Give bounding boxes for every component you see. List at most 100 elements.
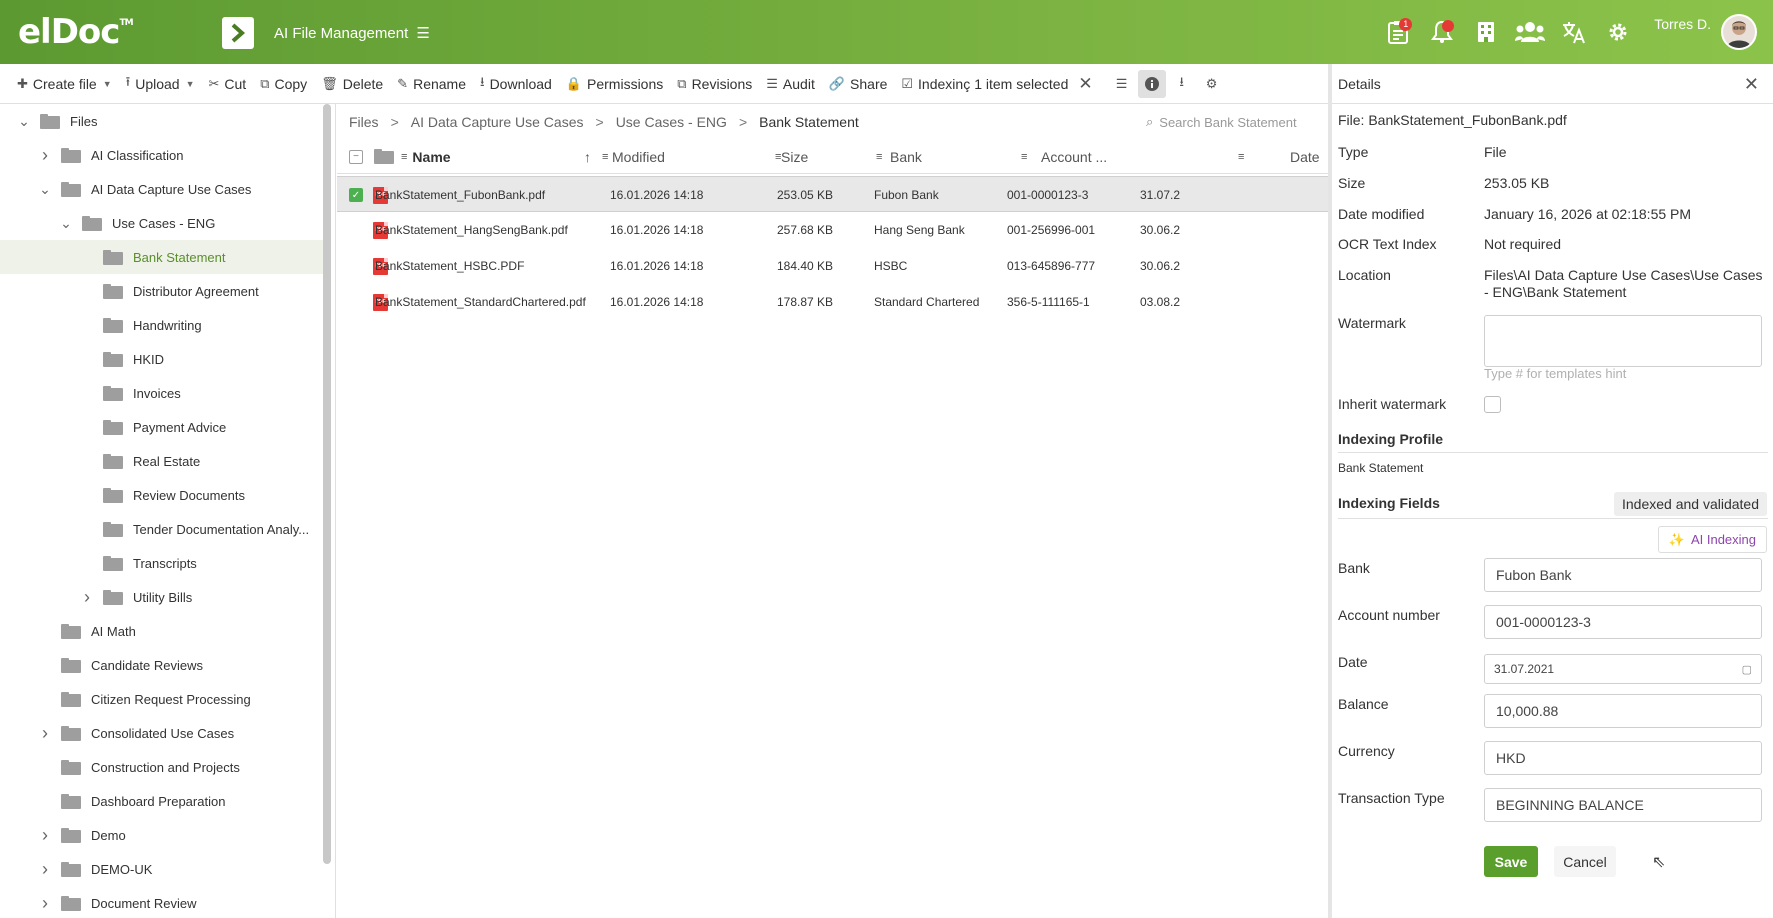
tree-item[interactable]: › Consolidated Use Cases [0,716,323,750]
date-field[interactable]: 31.07.2021 ▢ [1484,654,1762,684]
clear-selection-icon[interactable]: ✕ [1078,74,1092,94]
app-title[interactable]: AI File Management ☰ [274,24,430,42]
row-checkbox-cell[interactable] [349,248,363,284]
list-view-button[interactable]: ☰ [1108,70,1136,98]
table-row[interactable]: PDF BankStatement_HangSengBank.pdf 16.01.2… [337,212,1328,248]
audit-button[interactable]: ☰ Audit [759,68,822,100]
filter-icon[interactable]: ≡ [602,140,608,174]
tree-item[interactable]: Distributor Agreement [0,274,323,308]
tree-item[interactable]: Dashboard Preparation [0,784,323,818]
rename-button[interactable]: ✎ Rename [390,68,473,100]
upload-button[interactable]: ⭱ Upload ▼ [119,68,202,100]
avatar[interactable] [1721,14,1757,50]
tree-item[interactable]: Citizen Request Processing [0,682,323,716]
chevron-down-icon[interactable]: ⌄ [58,215,74,232]
settings-button[interactable] [1596,12,1640,52]
size-column-header[interactable]: Size [781,140,808,174]
chevron-down-icon[interactable]: ⌄ [37,181,53,198]
filter-icon[interactable]: ≡ [876,140,882,174]
tree-item[interactable]: › DEMO-UK [0,852,323,886]
tree-item[interactable]: ⌄ Use Cases - ENG [0,206,323,240]
tree-item[interactable]: › Utility Bills [0,580,323,614]
app-switcher-button[interactable] [222,17,254,49]
calendar-icon[interactable]: ▢ [1742,663,1752,676]
row-checkbox-cell[interactable] [349,284,363,320]
watermark-input[interactable] [1484,315,1762,367]
tree-item[interactable]: ⌄ AI Data Capture Use Cases [0,172,323,206]
tree-item[interactable]: Payment Advice [0,410,323,444]
organization-button[interactable] [1464,12,1508,52]
chevron-right-icon[interactable]: › [37,825,53,846]
bank-field[interactable]: Fubon Bank [1484,558,1762,592]
chevron-down-icon[interactable]: ⌄ [16,113,32,130]
chevron-right-icon[interactable]: › [37,145,53,166]
permissions-button[interactable]: 🔒 Permissions [559,68,670,100]
tasks-button[interactable]: 1 [1376,12,1420,52]
indexing-button[interactable]: ☑ Indexinç [894,68,972,100]
tree-item[interactable]: Bank Statement [0,240,323,274]
table-row[interactable]: ✓ PDF BankStatement_FubonBank.pdf 16.01.202… [337,176,1328,212]
tree-item[interactable]: Candidate Reviews [0,648,323,682]
tree-item[interactable]: › Document Review [0,886,323,918]
inherit-watermark-checkbox[interactable] [1484,396,1501,413]
copy-button[interactable]: ⧉ Copy [253,68,314,100]
filter-icon[interactable]: ≡ [1021,140,1027,174]
revisions-button[interactable]: ⧉ Revisions [670,68,759,100]
modified-column-header[interactable]: Modified [612,140,665,174]
tree-scrollbar[interactable] [323,104,331,864]
row-checkbox-cell[interactable]: ✓ [349,177,363,213]
cancel-button[interactable]: Cancel [1554,846,1616,877]
transaction-type-field[interactable]: BEGINNING BALANCE [1484,788,1762,822]
tree-item[interactable]: ⌄ Files [0,104,323,138]
account-number-field[interactable]: 001-0000123-3 [1484,605,1762,639]
user-name[interactable]: Torres D. [1654,16,1711,32]
delete-button[interactable]: 🗑 Delete [314,68,390,100]
date-column-header[interactable]: Date [1290,140,1320,174]
breadcrumb-item[interactable]: Files [349,114,379,130]
table-row[interactable]: PDF BankStatement_HSBC.PDF 16.01.2026 14:1… [337,248,1328,284]
balance-field[interactable]: 10,000.88 [1484,694,1762,728]
chevron-right-icon[interactable]: › [37,859,53,880]
tree-item[interactable]: AI Math [0,614,323,648]
filter-icon[interactable]: ≡ [1238,140,1244,174]
tree-item[interactable]: Review Documents [0,478,323,512]
share-button[interactable]: 🔗 Share [822,68,895,100]
cut-button[interactable]: ✂ Cut [202,68,254,100]
account-column-header[interactable]: Account ... [1041,140,1107,174]
type-column-header[interactable] [374,140,404,174]
search-input[interactable]: ⌕ Search Bank Statement [1140,109,1320,135]
tree-item[interactable]: › Demo [0,818,323,852]
download-button[interactable]: ⭳ Download [473,68,559,100]
details-toggle-button[interactable] [1137,69,1166,98]
users-button[interactable] [1508,12,1552,52]
chevron-right-icon[interactable]: › [37,893,53,914]
sort-asc-icon[interactable]: ↑ [584,140,591,174]
tree-item[interactable]: Tender Documentation Analy... [0,512,323,546]
filter-icon[interactable]: ≡ [401,151,407,163]
tree-item[interactable]: Invoices [0,376,323,410]
currency-field[interactable]: HKD [1484,741,1762,775]
tree-item[interactable]: Transcripts [0,546,323,580]
tree-item[interactable]: Handwriting [0,308,323,342]
language-button[interactable] [1552,12,1596,52]
ai-indexing-button[interactable]: ✨ AI Indexing [1657,526,1767,553]
tree-item[interactable]: › AI Classification [0,138,323,172]
row-checkbox-cell[interactable] [349,212,363,248]
chevron-right-icon[interactable]: › [37,723,53,744]
breadcrumb-item[interactable]: Use Cases - ENG [616,114,727,130]
app-logo[interactable]: elDocTM [18,12,134,52]
create-file-button[interactable]: ✚ Create file ▼ [10,68,119,100]
notifications-button[interactable] [1420,12,1464,52]
view-settings-button[interactable]: ⚙ [1198,70,1226,98]
row-checkbox[interactable]: ✓ [349,188,363,202]
breadcrumb-item[interactable]: AI Data Capture Use Cases [411,114,584,130]
select-all-checkbox[interactable]: − [349,140,363,174]
bank-column-header[interactable]: Bank [890,140,922,174]
tree-item[interactable]: Real Estate [0,444,323,478]
download-view-button[interactable]: ⭳ [1168,70,1196,98]
chevron-right-icon[interactable]: › [79,587,95,608]
table-row[interactable]: PDF BankStatement_StandardChartered.pdf 16… [337,284,1328,320]
name-column-header[interactable]: ≡ Name [401,140,451,174]
tree-item[interactable]: Construction and Projects [0,750,323,784]
tree-item[interactable]: HKID [0,342,323,376]
